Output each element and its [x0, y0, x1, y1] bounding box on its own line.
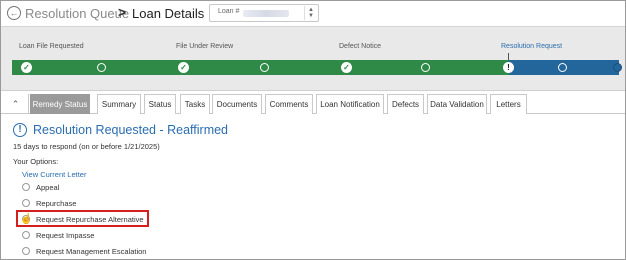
check-icon: ✓: [178, 62, 189, 73]
exclamation-circle-icon: !: [13, 123, 27, 137]
chevron-up-down-icon[interactable]: ▲ ▼: [304, 6, 314, 20]
stage-label-resolution-request: Resolution Request: [501, 43, 563, 50]
option-label: Repurchase: [36, 198, 77, 208]
breadcrumb-separator: >: [118, 4, 127, 20]
tab-loan-notification[interactable]: Loan Notification: [316, 94, 384, 114]
page-title: Loan Details: [132, 6, 205, 21]
loan-number-redacted: [243, 10, 289, 17]
back-icon[interactable]: ←: [7, 6, 21, 20]
stage-label-file-under-review: File Under Review: [176, 43, 234, 50]
hand-cursor-icon: ☝: [20, 214, 33, 225]
check-icon: ✓: [21, 62, 32, 73]
option-request-impasse[interactable]: Request Impasse: [22, 229, 94, 241]
tab-letters[interactable]: Letters: [490, 94, 527, 114]
progress-bar-end-cap: [613, 63, 622, 72]
option-request-management-escalation[interactable]: Request Management Escalation: [22, 245, 146, 257]
waypoint-dot: [421, 63, 430, 72]
option-label: Request Management Escalation: [36, 246, 147, 256]
option-appeal[interactable]: Appeal: [22, 181, 59, 193]
option-label: Appeal: [36, 182, 60, 192]
radio-button[interactable]: [22, 231, 30, 239]
progress-tracker: Loan File Requested File Under Review De…: [1, 27, 625, 91]
waypoint-dot: [558, 63, 567, 72]
exclamation-icon: !: [503, 62, 514, 73]
status-title: Resolution Requested - Reaffirmed: [33, 123, 229, 137]
loan-selector[interactable]: Loan # ▲ ▼: [209, 4, 319, 22]
radio-button[interactable]: [22, 183, 30, 191]
tab-tasks[interactable]: Tasks: [180, 94, 210, 114]
tab-defects[interactable]: Defects: [387, 94, 424, 114]
radio-button[interactable]: [22, 247, 30, 255]
option-label: Request Impasse: [36, 230, 95, 240]
waypoint-dot: [97, 63, 106, 72]
page-header: ← Resolution Queue > Loan Details Loan #…: [1, 1, 625, 27]
option-repurchase[interactable]: Repurchase: [22, 197, 76, 209]
chevron-up-icon[interactable]: ⌃: [3, 94, 29, 114]
response-deadline: 15 days to respond (on or before 1/21/20…: [13, 142, 160, 151]
stage-label-loan-file-requested: Loan File Requested: [19, 43, 84, 50]
loan-selector-label: Loan #: [218, 8, 240, 15]
waypoint-dot: [260, 63, 269, 72]
breadcrumb-resolution-queue[interactable]: Resolution Queue: [25, 6, 129, 21]
tab-comments[interactable]: Comments: [265, 94, 313, 114]
stage-label-defect-notice: Defect Notice: [339, 43, 382, 50]
tab-bar: ⌃ Remedy Status Summary Status Tasks Doc…: [1, 92, 625, 114]
tab-documents[interactable]: Documents: [212, 94, 262, 114]
tab-remedy-status[interactable]: Remedy Status: [30, 94, 90, 114]
tab-summary[interactable]: Summary: [97, 94, 141, 114]
tab-status[interactable]: Status: [144, 94, 176, 114]
check-icon: ✓: [341, 62, 352, 73]
current-stage-tick: [508, 53, 509, 60]
highlight-box: [16, 210, 149, 227]
view-current-letter-link[interactable]: View Current Letter: [22, 170, 86, 179]
tab-data-validation[interactable]: Data Validation: [427, 94, 487, 114]
radio-button[interactable]: [22, 199, 30, 207]
options-label: Your Options:: [13, 157, 59, 166]
